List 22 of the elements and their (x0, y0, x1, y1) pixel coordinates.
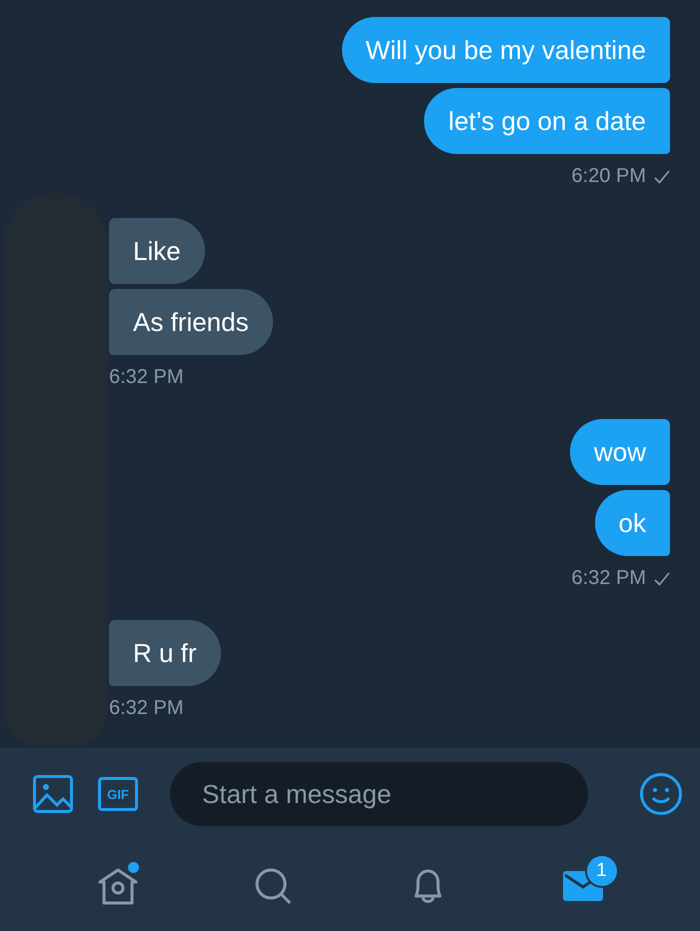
gif-button[interactable]: GIF (98, 777, 138, 811)
message-time: 6:32 PM (109, 697, 184, 720)
image-button[interactable] (33, 775, 73, 813)
message-bubble: As friends (109, 289, 273, 355)
message-bubble: wow (570, 419, 670, 485)
message-time: 6:32 PM (572, 567, 646, 590)
message-time: 6:32 PM (109, 366, 184, 389)
message-bubble: ok (594, 490, 670, 556)
check-icon (654, 170, 670, 184)
message-input[interactable]: Start a message (170, 762, 588, 826)
message-bubble: Like (109, 218, 205, 284)
messages-tab[interactable]: 1 (505, 856, 660, 916)
home-icon (96, 866, 138, 906)
emoji-button[interactable] (639, 772, 683, 816)
notification-dot (128, 862, 138, 872)
unread-badge: 1 (584, 854, 618, 888)
message-bubble: let’s go on a date (424, 88, 670, 154)
message-bubble: R u fr (109, 620, 221, 686)
message-bubble: Will you be my valentine (342, 17, 670, 83)
search-icon (252, 866, 292, 906)
check-icon (654, 572, 670, 586)
message-time: 6:20 PM (572, 165, 646, 188)
